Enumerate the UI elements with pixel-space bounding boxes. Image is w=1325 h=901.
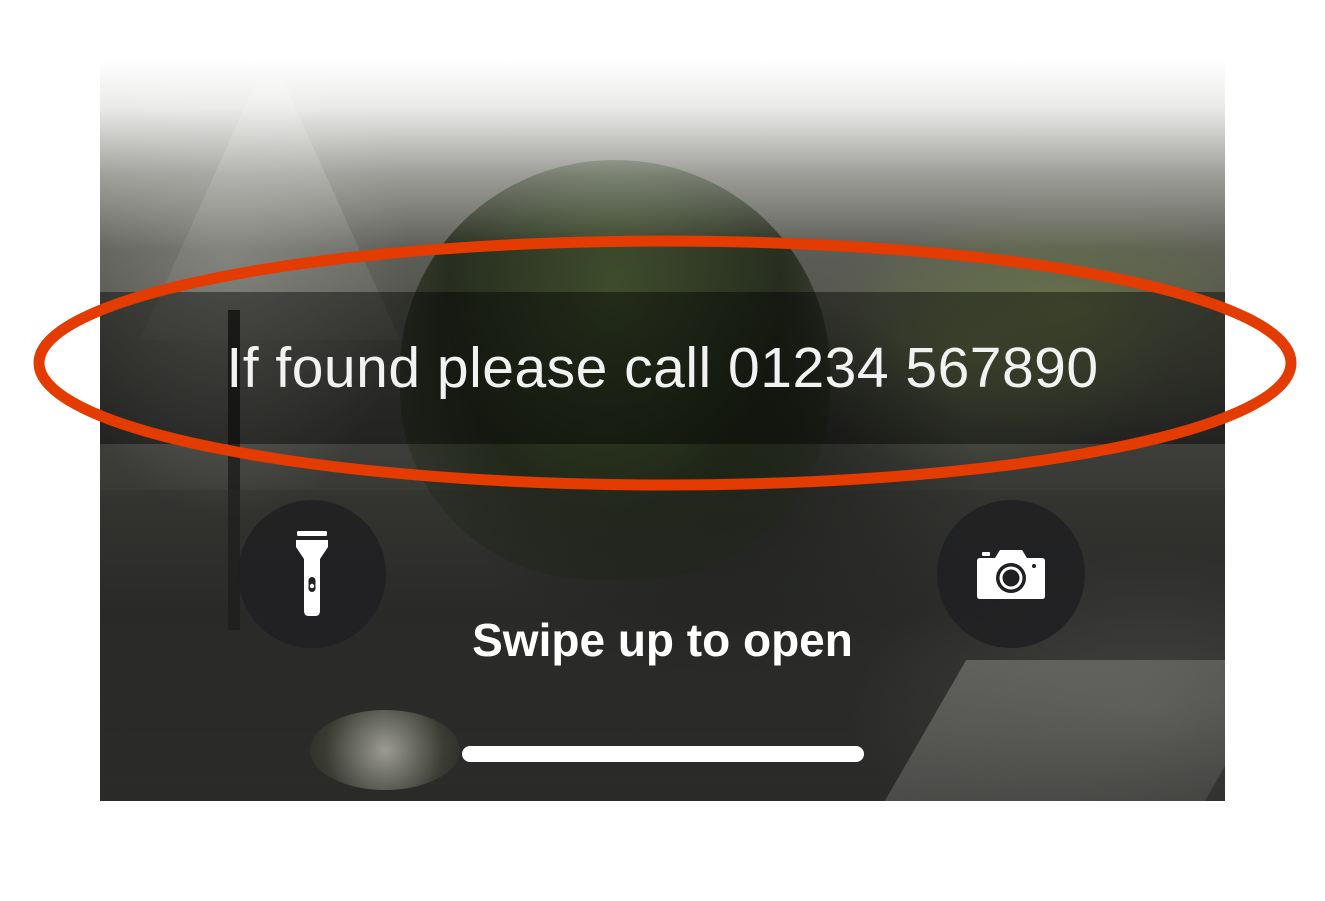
page: If found please call 01234 567890 Swipe …	[0, 0, 1325, 901]
flashlight-icon	[296, 531, 328, 616]
swipe-up-hint: Swipe up to open	[472, 614, 853, 666]
wallpaper-flowers	[310, 710, 460, 790]
home-indicator-bar[interactable]	[462, 746, 864, 762]
camera-icon	[977, 550, 1045, 599]
wallpaper-top-fade	[100, 60, 1225, 250]
owner-message-text: If found please call 01234 567890	[226, 336, 1099, 400]
